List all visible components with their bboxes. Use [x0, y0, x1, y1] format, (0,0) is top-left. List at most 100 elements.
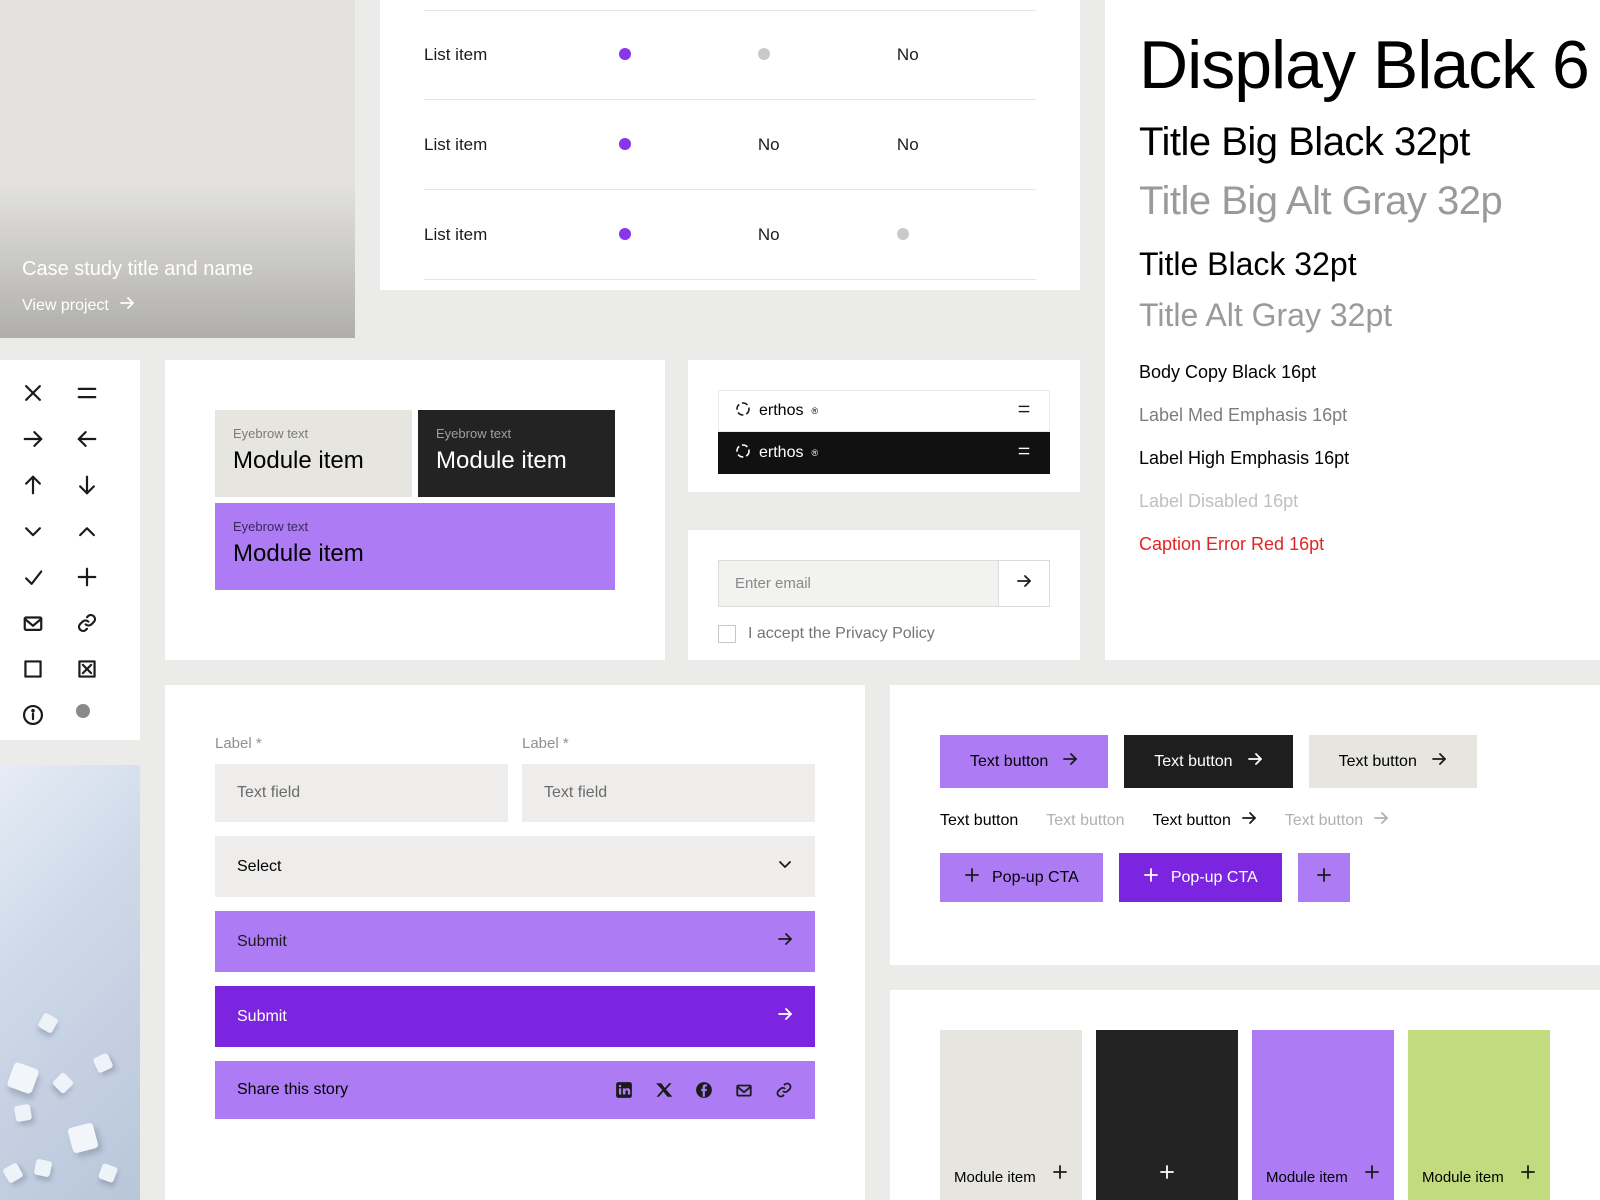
mail-icon[interactable]	[735, 1081, 753, 1099]
brand-logo[interactable]: erthos®	[735, 401, 818, 422]
arrow-up-icon	[22, 474, 44, 496]
type-body: Body Copy Black 16pt	[1139, 362, 1566, 383]
type-caption-error: Caption Error Red 16pt	[1139, 534, 1566, 555]
square-icon	[22, 658, 44, 680]
email-subscribe-panel: I accept the Privacy Policy	[688, 530, 1080, 660]
view-project-link[interactable]: View project	[22, 295, 333, 316]
share-bar: Share this story	[215, 1061, 815, 1119]
type-label-high: Label High Emphasis 16pt	[1139, 448, 1566, 469]
list-table: List item No List item No No List item N…	[380, 0, 1080, 290]
field-label: Label *	[215, 735, 508, 752]
plus-icon	[1052, 1163, 1068, 1186]
arrow-right-icon	[1016, 573, 1032, 594]
table-row: List item No	[424, 190, 1036, 280]
close-icon	[22, 382, 44, 404]
plus-icon	[76, 566, 98, 588]
mail-icon	[22, 612, 44, 634]
arrow-right-icon	[119, 295, 135, 316]
popup-cta-purple[interactable]: Pop-up CTA	[1119, 853, 1282, 902]
case-study-title: Case study title and name	[22, 258, 333, 281]
arrow-right-icon	[1247, 751, 1263, 772]
arrow-right-icon	[777, 1006, 793, 1027]
plus-icon	[1364, 1163, 1380, 1186]
field-label: Label *	[522, 735, 815, 752]
plus-icon	[964, 867, 980, 888]
text-link-arrow[interactable]: Text button	[1153, 810, 1257, 831]
table-row: List item No	[424, 10, 1036, 100]
module-item-gray[interactable]: Eyebrow text Module item	[215, 410, 412, 497]
status-dot-purple	[619, 48, 631, 60]
text-button-dark[interactable]: Text button	[1124, 735, 1292, 788]
arrow-right-icon	[777, 931, 793, 952]
plus-icon	[1316, 867, 1332, 888]
type-label-disabled: Label Disabled 16pt	[1139, 491, 1566, 512]
select-dropdown[interactable]: Select	[215, 836, 815, 897]
link-icon	[76, 612, 98, 634]
arrow-right-icon	[1431, 751, 1447, 772]
swatches-panel: Module item Module item Module item	[890, 990, 1600, 1200]
plus-icon	[1159, 1163, 1175, 1186]
brand-logo[interactable]: erthos®	[735, 443, 818, 464]
square-x-icon	[76, 658, 98, 680]
arrow-right-icon	[1062, 751, 1078, 772]
arrow-right-icon	[22, 428, 44, 450]
menu-icon	[76, 382, 98, 404]
linkedin-icon[interactable]	[615, 1081, 633, 1099]
check-icon	[22, 566, 44, 588]
text-field[interactable]: Text field	[522, 764, 815, 822]
link-icon[interactable]	[775, 1081, 793, 1099]
arrow-right-icon	[1241, 810, 1257, 831]
erthos-icon	[735, 443, 751, 464]
swatch-lime[interactable]: Module item	[1408, 1030, 1550, 1200]
facebook-icon[interactable]	[695, 1081, 713, 1099]
chevron-up-icon	[76, 520, 98, 542]
popup-cta-icon-only[interactable]	[1298, 853, 1350, 902]
header-light: erthos®	[718, 390, 1050, 432]
module-item-purple[interactable]: Eyebrow text Module item	[215, 503, 615, 590]
submit-button-purple[interactable]: Submit	[215, 986, 815, 1047]
text-field[interactable]: Text field	[215, 764, 508, 822]
arrow-left-icon	[76, 428, 98, 450]
status-dot-purple	[619, 138, 631, 150]
module-item-dark[interactable]: Eyebrow text Module item	[418, 410, 615, 497]
email-input[interactable]	[718, 560, 998, 607]
x-twitter-icon[interactable]	[655, 1081, 673, 1099]
privacy-checkbox[interactable]	[718, 625, 736, 643]
type-title-big-black: Title Big Black 32pt	[1139, 120, 1566, 165]
plus-icon	[1520, 1163, 1536, 1186]
text-button-gray[interactable]: Text button	[1309, 735, 1477, 788]
image-thumbnail	[0, 765, 140, 1200]
type-title-black: Title Black 32pt	[1139, 246, 1566, 283]
arrow-right-icon	[1373, 810, 1389, 831]
table-row: List item No No	[424, 100, 1036, 190]
menu-icon[interactable]	[1015, 444, 1033, 463]
type-label-med: Label Med Emphasis 16pt	[1139, 405, 1566, 426]
module-items-panel: Eyebrow text Module item Eyebrow text Mo…	[165, 360, 665, 660]
header-dark: erthos®	[718, 432, 1050, 474]
swatch-gray[interactable]: Module item	[940, 1030, 1082, 1200]
case-study-card[interactable]: Case study title and name View project	[0, 0, 355, 338]
swatch-lilac[interactable]: Module item	[1252, 1030, 1394, 1200]
buttons-panel: Text button Text button Text button Text…	[890, 685, 1600, 965]
status-dot-gray	[897, 228, 909, 240]
erthos-icon	[735, 401, 751, 422]
submit-email-button[interactable]	[998, 560, 1050, 607]
privacy-label: I accept the Privacy Policy	[748, 625, 935, 643]
swatch-dark[interactable]	[1096, 1030, 1238, 1200]
arrow-down-icon	[76, 474, 98, 496]
popup-cta-lilac[interactable]: Pop-up CTA	[940, 853, 1103, 902]
status-dot-gray	[758, 48, 770, 60]
text-link[interactable]: Text button	[940, 812, 1018, 830]
menu-icon[interactable]	[1015, 402, 1033, 421]
status-dot-purple	[619, 228, 631, 240]
submit-button-lilac[interactable]: Submit	[215, 911, 815, 972]
text-link-muted[interactable]: Text button	[1046, 812, 1124, 830]
chevron-down-icon	[22, 520, 44, 542]
icon-grid	[0, 360, 140, 740]
text-button-lilac[interactable]: Text button	[940, 735, 1108, 788]
text-link-arrow-muted[interactable]: Text button	[1285, 810, 1389, 831]
plus-icon	[1143, 867, 1159, 888]
type-title-gray: Title Alt Gray 32pt	[1139, 297, 1566, 334]
info-icon	[22, 704, 44, 726]
type-title-big-gray: Title Big Alt Gray 32p	[1139, 179, 1566, 224]
